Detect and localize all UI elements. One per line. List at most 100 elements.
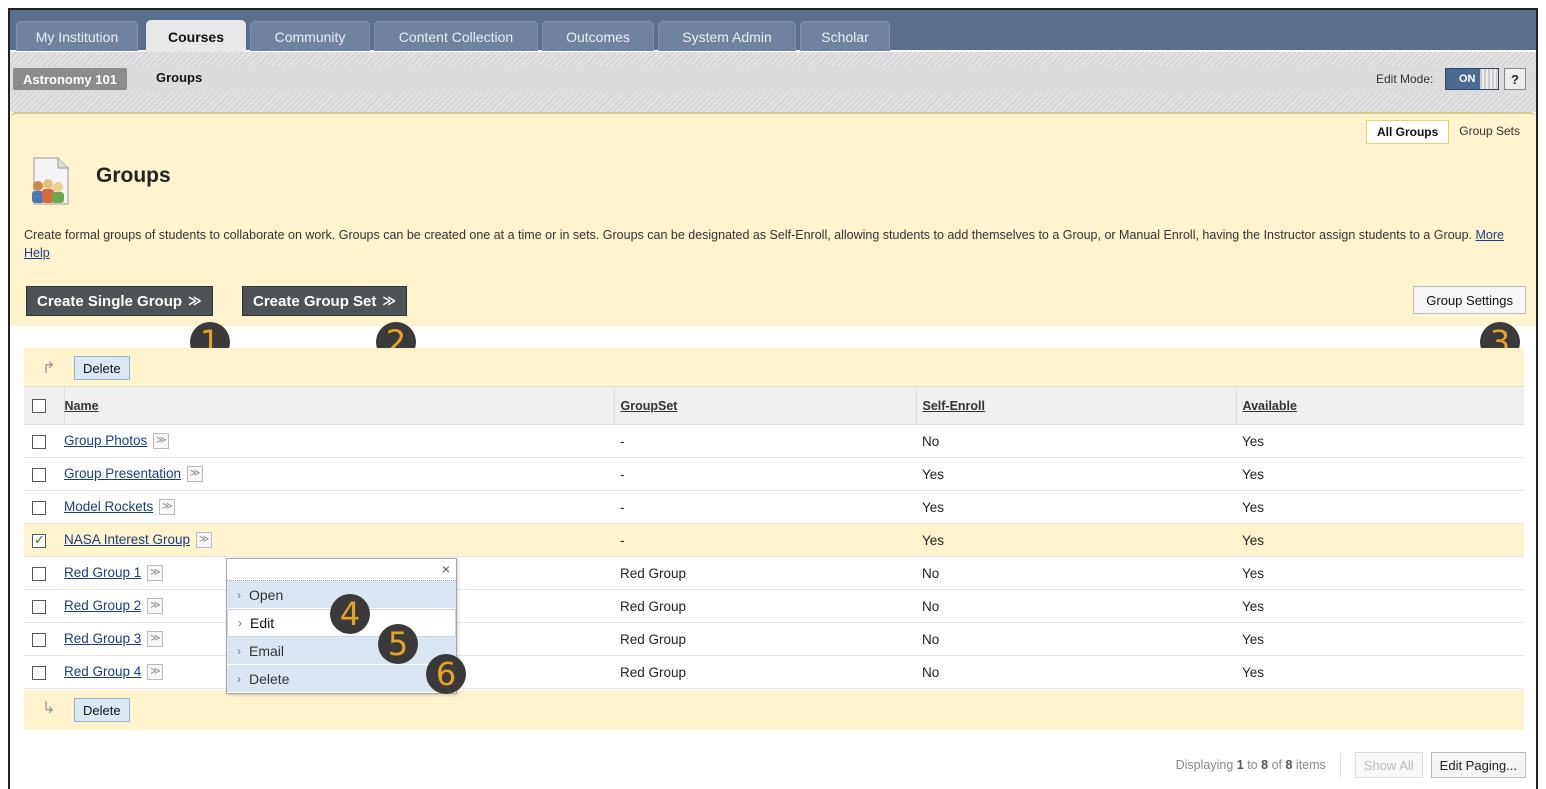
row-checkbox[interactable] xyxy=(32,599,46,614)
self-enroll-cell: No xyxy=(916,424,1236,458)
chevron-down-icon: ≫ xyxy=(188,293,202,308)
create-group-set-button[interactable]: Create Group Set ≫ xyxy=(242,286,407,316)
col-header-available[interactable]: Available xyxy=(1235,386,1524,425)
bottom-action-bar: ↳ Delete xyxy=(24,690,1524,730)
context-menu-header: × xyxy=(227,559,456,581)
col-header-name[interactable]: Name xyxy=(63,386,614,425)
menu-item-email[interactable]: › Email xyxy=(227,637,456,665)
select-all-checkbox[interactable] xyxy=(32,398,46,413)
select-arrow-icon: ↱ xyxy=(42,360,56,377)
create-group-set-label: Create Group Set xyxy=(253,292,377,310)
app-frame: My Institution Courses Community Content… xyxy=(8,8,1538,789)
tab-all-groups[interactable]: All Groups xyxy=(1365,120,1450,144)
chevron-right-icon: › xyxy=(238,616,242,630)
paging-divider xyxy=(1339,753,1341,777)
available-cell: Yes xyxy=(1236,589,1524,623)
delete-button-bottom[interactable]: Delete xyxy=(74,698,130,722)
self-enroll-cell: Yes xyxy=(916,490,1236,524)
groupset-cell: - xyxy=(614,457,916,491)
table-row: Model Rockets ≫ - Yes Yes xyxy=(24,490,1524,524)
table-header-row: Name GroupSet Self-Enroll Available xyxy=(24,386,1524,425)
group-name-link[interactable]: Red Group 3 xyxy=(64,631,141,646)
page-description-text: Create formal groups of students to coll… xyxy=(24,228,1473,242)
groupset-cell: Red Group xyxy=(614,622,916,656)
groupset-cell: - xyxy=(614,490,916,524)
page-title: Groups xyxy=(96,164,171,187)
tab-outcomes[interactable]: Outcomes xyxy=(542,21,654,51)
chevron-down-icon[interactable]: ≫ xyxy=(147,631,164,648)
tab-system-admin[interactable]: System Admin xyxy=(658,21,796,51)
callout-4: 4 xyxy=(330,594,370,634)
groupset-cell: Red Group xyxy=(614,589,916,623)
col-header-self-enroll[interactable]: Self-Enroll xyxy=(915,386,1236,425)
tab-scholar[interactable]: Scholar xyxy=(800,21,890,51)
row-checkbox[interactable] xyxy=(32,467,46,482)
row-checkbox[interactable] xyxy=(32,500,46,515)
top-tab-bar: My Institution Courses Community Content… xyxy=(10,10,1536,52)
tab-content-collection[interactable]: Content Collection xyxy=(374,21,538,51)
chevron-right-icon: › xyxy=(237,671,241,686)
chevron-down-icon[interactable]: ≫ xyxy=(147,565,164,582)
col-header-groupset[interactable]: GroupSet xyxy=(613,386,916,425)
available-cell: Yes xyxy=(1236,622,1524,656)
breadcrumb-course[interactable]: Astronomy 101 xyxy=(13,68,127,90)
available-cell: Yes xyxy=(1236,556,1524,590)
row-checkbox[interactable] xyxy=(32,632,46,647)
view-tabs: All Groups Group Sets xyxy=(1365,120,1530,144)
page-description: Create formal groups of students to coll… xyxy=(24,226,1514,262)
breadcrumb-current: Groups xyxy=(156,70,203,85)
chevron-down-icon[interactable]: ≫ xyxy=(187,466,204,483)
available-cell: Yes xyxy=(1236,523,1524,557)
callout-5: 5 xyxy=(378,624,418,664)
self-enroll-cell: No xyxy=(916,556,1236,590)
group-settings-button[interactable]: Group Settings xyxy=(1413,286,1526,314)
available-cell: Yes xyxy=(1236,490,1524,524)
group-name-link[interactable]: Group Photos xyxy=(64,433,147,448)
edit-mode-label: Edit Mode: xyxy=(1376,72,1434,86)
top-action-bar: ↱ Delete xyxy=(24,348,1524,388)
show-all-button[interactable]: Show All xyxy=(1354,752,1423,778)
group-name-link[interactable]: Red Group 2 xyxy=(64,598,141,613)
close-icon[interactable]: × xyxy=(442,561,450,577)
edit-paging-button[interactable]: Edit Paging... xyxy=(1430,752,1526,778)
delete-button-top[interactable]: Delete xyxy=(74,356,130,380)
groupset-cell: Red Group xyxy=(614,556,916,590)
row-checkbox[interactable] xyxy=(32,434,46,449)
menu-item-delete[interactable]: › Delete xyxy=(227,665,456,693)
tab-courses[interactable]: Courses xyxy=(146,20,246,52)
groupset-cell: - xyxy=(614,523,916,557)
page-header-panel: All Groups Group Sets Groups Create form… xyxy=(10,112,1536,326)
chevron-down-icon[interactable]: ≫ xyxy=(147,664,164,681)
group-name-link[interactable]: Red Group 4 xyxy=(64,664,141,679)
tab-my-institution[interactable]: My Institution xyxy=(16,21,138,51)
chevron-right-icon: › xyxy=(237,643,241,658)
row-checkbox[interactable] xyxy=(32,532,46,548)
available-cell: Yes xyxy=(1236,655,1524,689)
toggle-knob-icon xyxy=(1480,69,1498,89)
row-checkbox[interactable] xyxy=(32,665,46,680)
group-name-link[interactable]: Model Rockets xyxy=(64,499,153,514)
table-row: Group Presentation ≫ - Yes Yes xyxy=(24,457,1524,491)
chevron-down-icon[interactable]: ≫ xyxy=(153,433,170,450)
chevron-down-icon[interactable]: ≫ xyxy=(159,499,176,516)
self-enroll-cell: Yes xyxy=(916,457,1236,491)
help-button[interactable]: ? xyxy=(1504,68,1526,90)
paging-bar: Displaying 1 to 8 of 8 items Show All Ed… xyxy=(1176,752,1526,778)
create-single-group-label: Create Single Group xyxy=(37,292,183,310)
chevron-down-icon[interactable]: ≫ xyxy=(196,532,213,549)
edit-mode-toggle[interactable]: ON xyxy=(1445,68,1499,90)
self-enroll-cell: No xyxy=(916,655,1236,689)
group-name-link[interactable]: Group Presentation xyxy=(64,466,181,481)
group-name-link[interactable]: Red Group 1 xyxy=(64,565,141,580)
table-row: Group Photos ≫ - No Yes xyxy=(24,424,1524,458)
row-checkbox[interactable] xyxy=(32,566,46,581)
chevron-down-icon[interactable]: ≫ xyxy=(147,598,164,615)
groups-icon xyxy=(32,157,69,205)
self-enroll-cell: Yes xyxy=(916,523,1236,557)
available-cell: Yes xyxy=(1236,457,1524,491)
tab-group-sets[interactable]: Group Sets xyxy=(1449,120,1530,144)
groupset-cell: - xyxy=(614,424,916,458)
group-name-link[interactable]: NASA Interest Group xyxy=(64,532,190,547)
tab-community[interactable]: Community xyxy=(250,21,370,51)
create-single-group-button[interactable]: Create Single Group ≫ xyxy=(26,286,213,316)
